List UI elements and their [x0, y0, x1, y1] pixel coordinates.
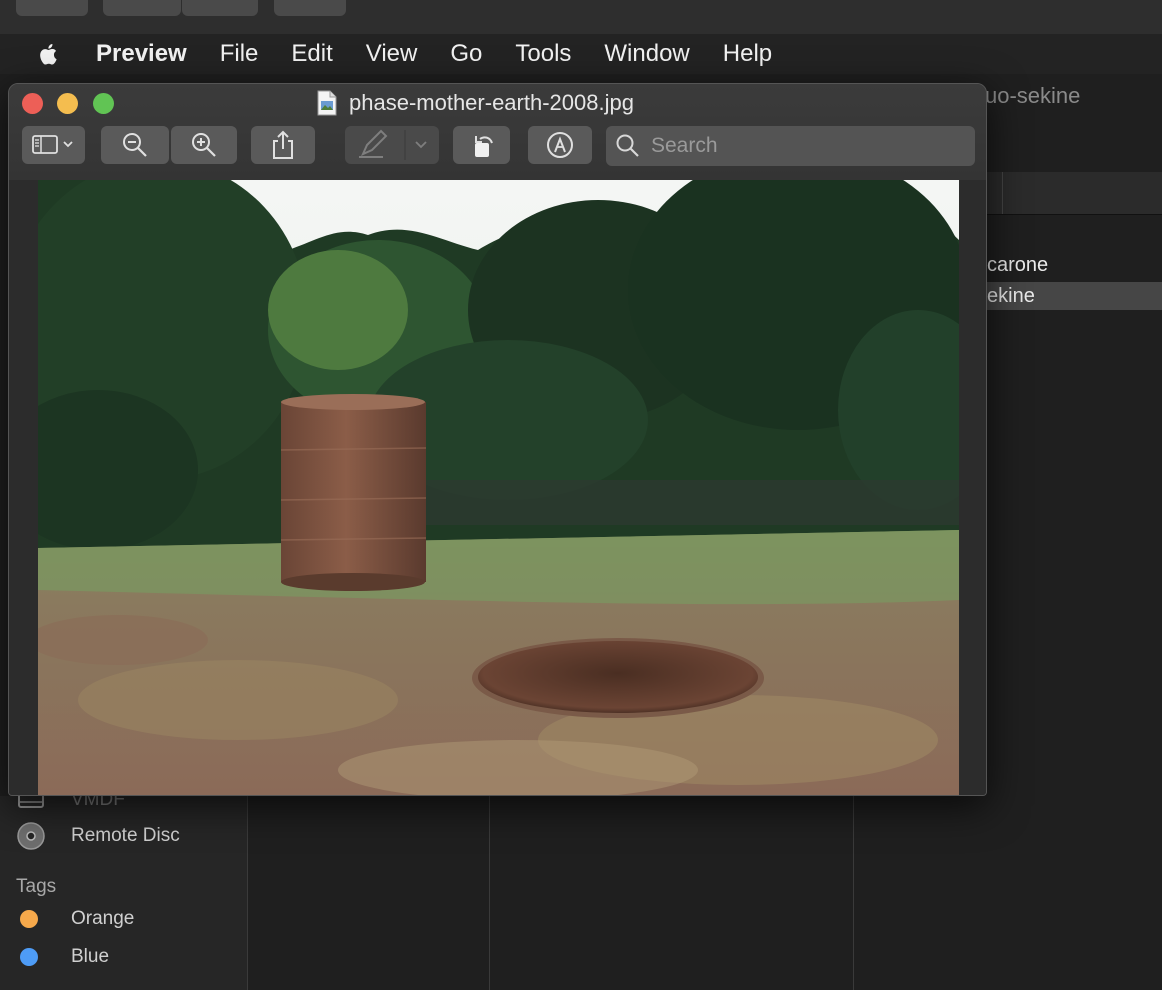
- background-zoom-button-2: [182, 0, 258, 16]
- highlight-button[interactable]: [345, 126, 439, 164]
- zoom-in-button[interactable]: [171, 126, 237, 164]
- sidebar-item-tag-blue[interactable]: Blue: [16, 946, 109, 968]
- rotate-left-button[interactable]: [453, 126, 510, 164]
- menu-bar: Preview File Edit View Go Tools Window H…: [0, 34, 1162, 74]
- menu-tools[interactable]: Tools: [515, 40, 571, 68]
- zoom-in-icon: [192, 133, 216, 157]
- sidebar-item-label: Remote Disc: [71, 825, 180, 846]
- window-title: phase-mother-earth-2008.jpg: [317, 88, 634, 118]
- sidebar-icon: [31, 135, 73, 154]
- menu-file[interactable]: File: [220, 40, 259, 68]
- list-item-label: carone: [987, 253, 1049, 276]
- zoom-window-button[interactable]: [93, 93, 114, 114]
- image-file-icon: [317, 90, 337, 116]
- sidebar-item-label: Blue: [71, 946, 110, 967]
- list-item-selected[interactable]: ekine: [985, 282, 1162, 310]
- menu-help[interactable]: Help: [723, 40, 772, 68]
- background-toolbar: [0, 0, 1162, 34]
- disc-icon: [16, 821, 46, 851]
- column-divider: [489, 796, 490, 990]
- menu-window[interactable]: Window: [604, 40, 689, 68]
- window-titlebar[interactable]: phase-mother-earth-2008.jpg: [9, 84, 986, 181]
- column-divider: [853, 796, 854, 990]
- blue-tag-dot-icon: [20, 948, 38, 966]
- menu-go[interactable]: Go: [450, 40, 482, 68]
- background-zoom-button: [103, 0, 181, 16]
- menu-edit[interactable]: Edit: [291, 40, 332, 68]
- search-field[interactable]: [606, 126, 975, 166]
- background-column-header: [985, 172, 1162, 215]
- search-icon: [616, 134, 639, 157]
- column-divider: [1002, 172, 1003, 214]
- zoom-out-button[interactable]: [101, 126, 169, 164]
- highlighter-icon: [359, 129, 427, 160]
- apple-logo-icon[interactable]: [38, 43, 58, 65]
- sidebar-item-label: Orange: [71, 908, 135, 929]
- markup-toolbar-button[interactable]: [528, 126, 592, 164]
- image-viewer[interactable]: [9, 180, 986, 795]
- menu-view[interactable]: View: [366, 40, 418, 68]
- sidebar-toggle-button[interactable]: [22, 126, 85, 164]
- minimize-window-button[interactable]: [57, 93, 78, 114]
- background-share-button: [274, 0, 346, 16]
- sidebar-item-remote-disc[interactable]: Remote Disc: [16, 821, 180, 851]
- menu-app-preview[interactable]: Preview: [96, 40, 187, 68]
- orange-tag-dot-icon: [20, 910, 38, 928]
- sidebar-section-tags: Tags: [16, 876, 57, 897]
- list-item-label: ekine: [987, 284, 1035, 307]
- background-sidebar-button: [16, 0, 88, 16]
- window-title-text: phase-mother-earth-2008.jpg: [349, 90, 634, 115]
- rotate-left-icon: [474, 136, 493, 157]
- background-window-title: uo-sekine: [985, 83, 1081, 108]
- zoom-out-icon: [123, 133, 147, 157]
- preview-window: phase-mother-earth-2008.jpg: [8, 83, 987, 796]
- search-input[interactable]: [649, 133, 953, 159]
- markup-icon: [547, 132, 573, 158]
- list-item[interactable]: carone: [985, 251, 1162, 279]
- share-button[interactable]: [251, 126, 315, 164]
- sidebar-item-tag-orange[interactable]: Orange: [16, 908, 134, 930]
- document-image: [38, 180, 959, 795]
- close-window-button[interactable]: [22, 93, 43, 114]
- share-icon: [273, 130, 293, 159]
